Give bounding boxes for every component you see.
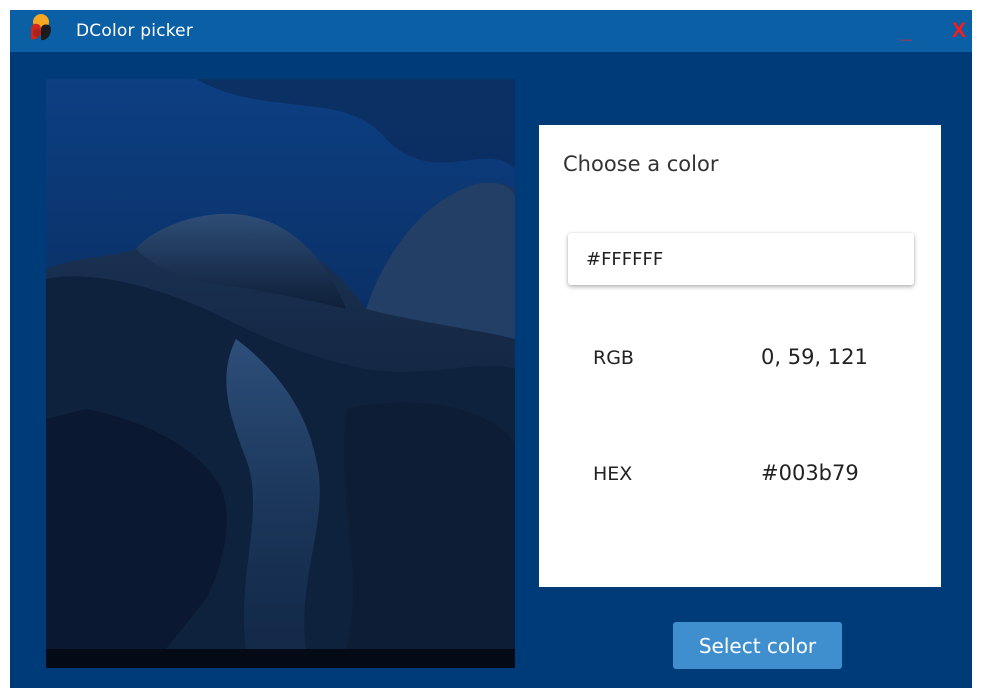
select-color-button[interactable]: Select color bbox=[673, 622, 842, 669]
color-picker-card: Choose a color RGB 0, 59, 121 HEX #003b7… bbox=[539, 125, 941, 587]
hex-label: HEX bbox=[593, 463, 633, 485]
title-bar[interactable]: DColor picker _ X bbox=[10, 10, 972, 52]
app-logo-icon bbox=[28, 13, 54, 43]
rgb-label: RGB bbox=[593, 347, 634, 369]
window-title: DColor picker bbox=[76, 21, 194, 41]
hex-color-input[interactable] bbox=[568, 233, 914, 285]
preview-image[interactable] bbox=[46, 79, 515, 668]
hex-value: #003b79 bbox=[761, 461, 859, 485]
close-icon[interactable]: X bbox=[948, 18, 970, 44]
app-window: DColor picker _ X Choose a color #FFFFFF… bbox=[10, 10, 972, 688]
rgb-value: 0, 59, 121 bbox=[761, 345, 868, 369]
card-title: Choose a color bbox=[563, 152, 719, 176]
minimize-icon[interactable]: _ bbox=[894, 22, 918, 46]
